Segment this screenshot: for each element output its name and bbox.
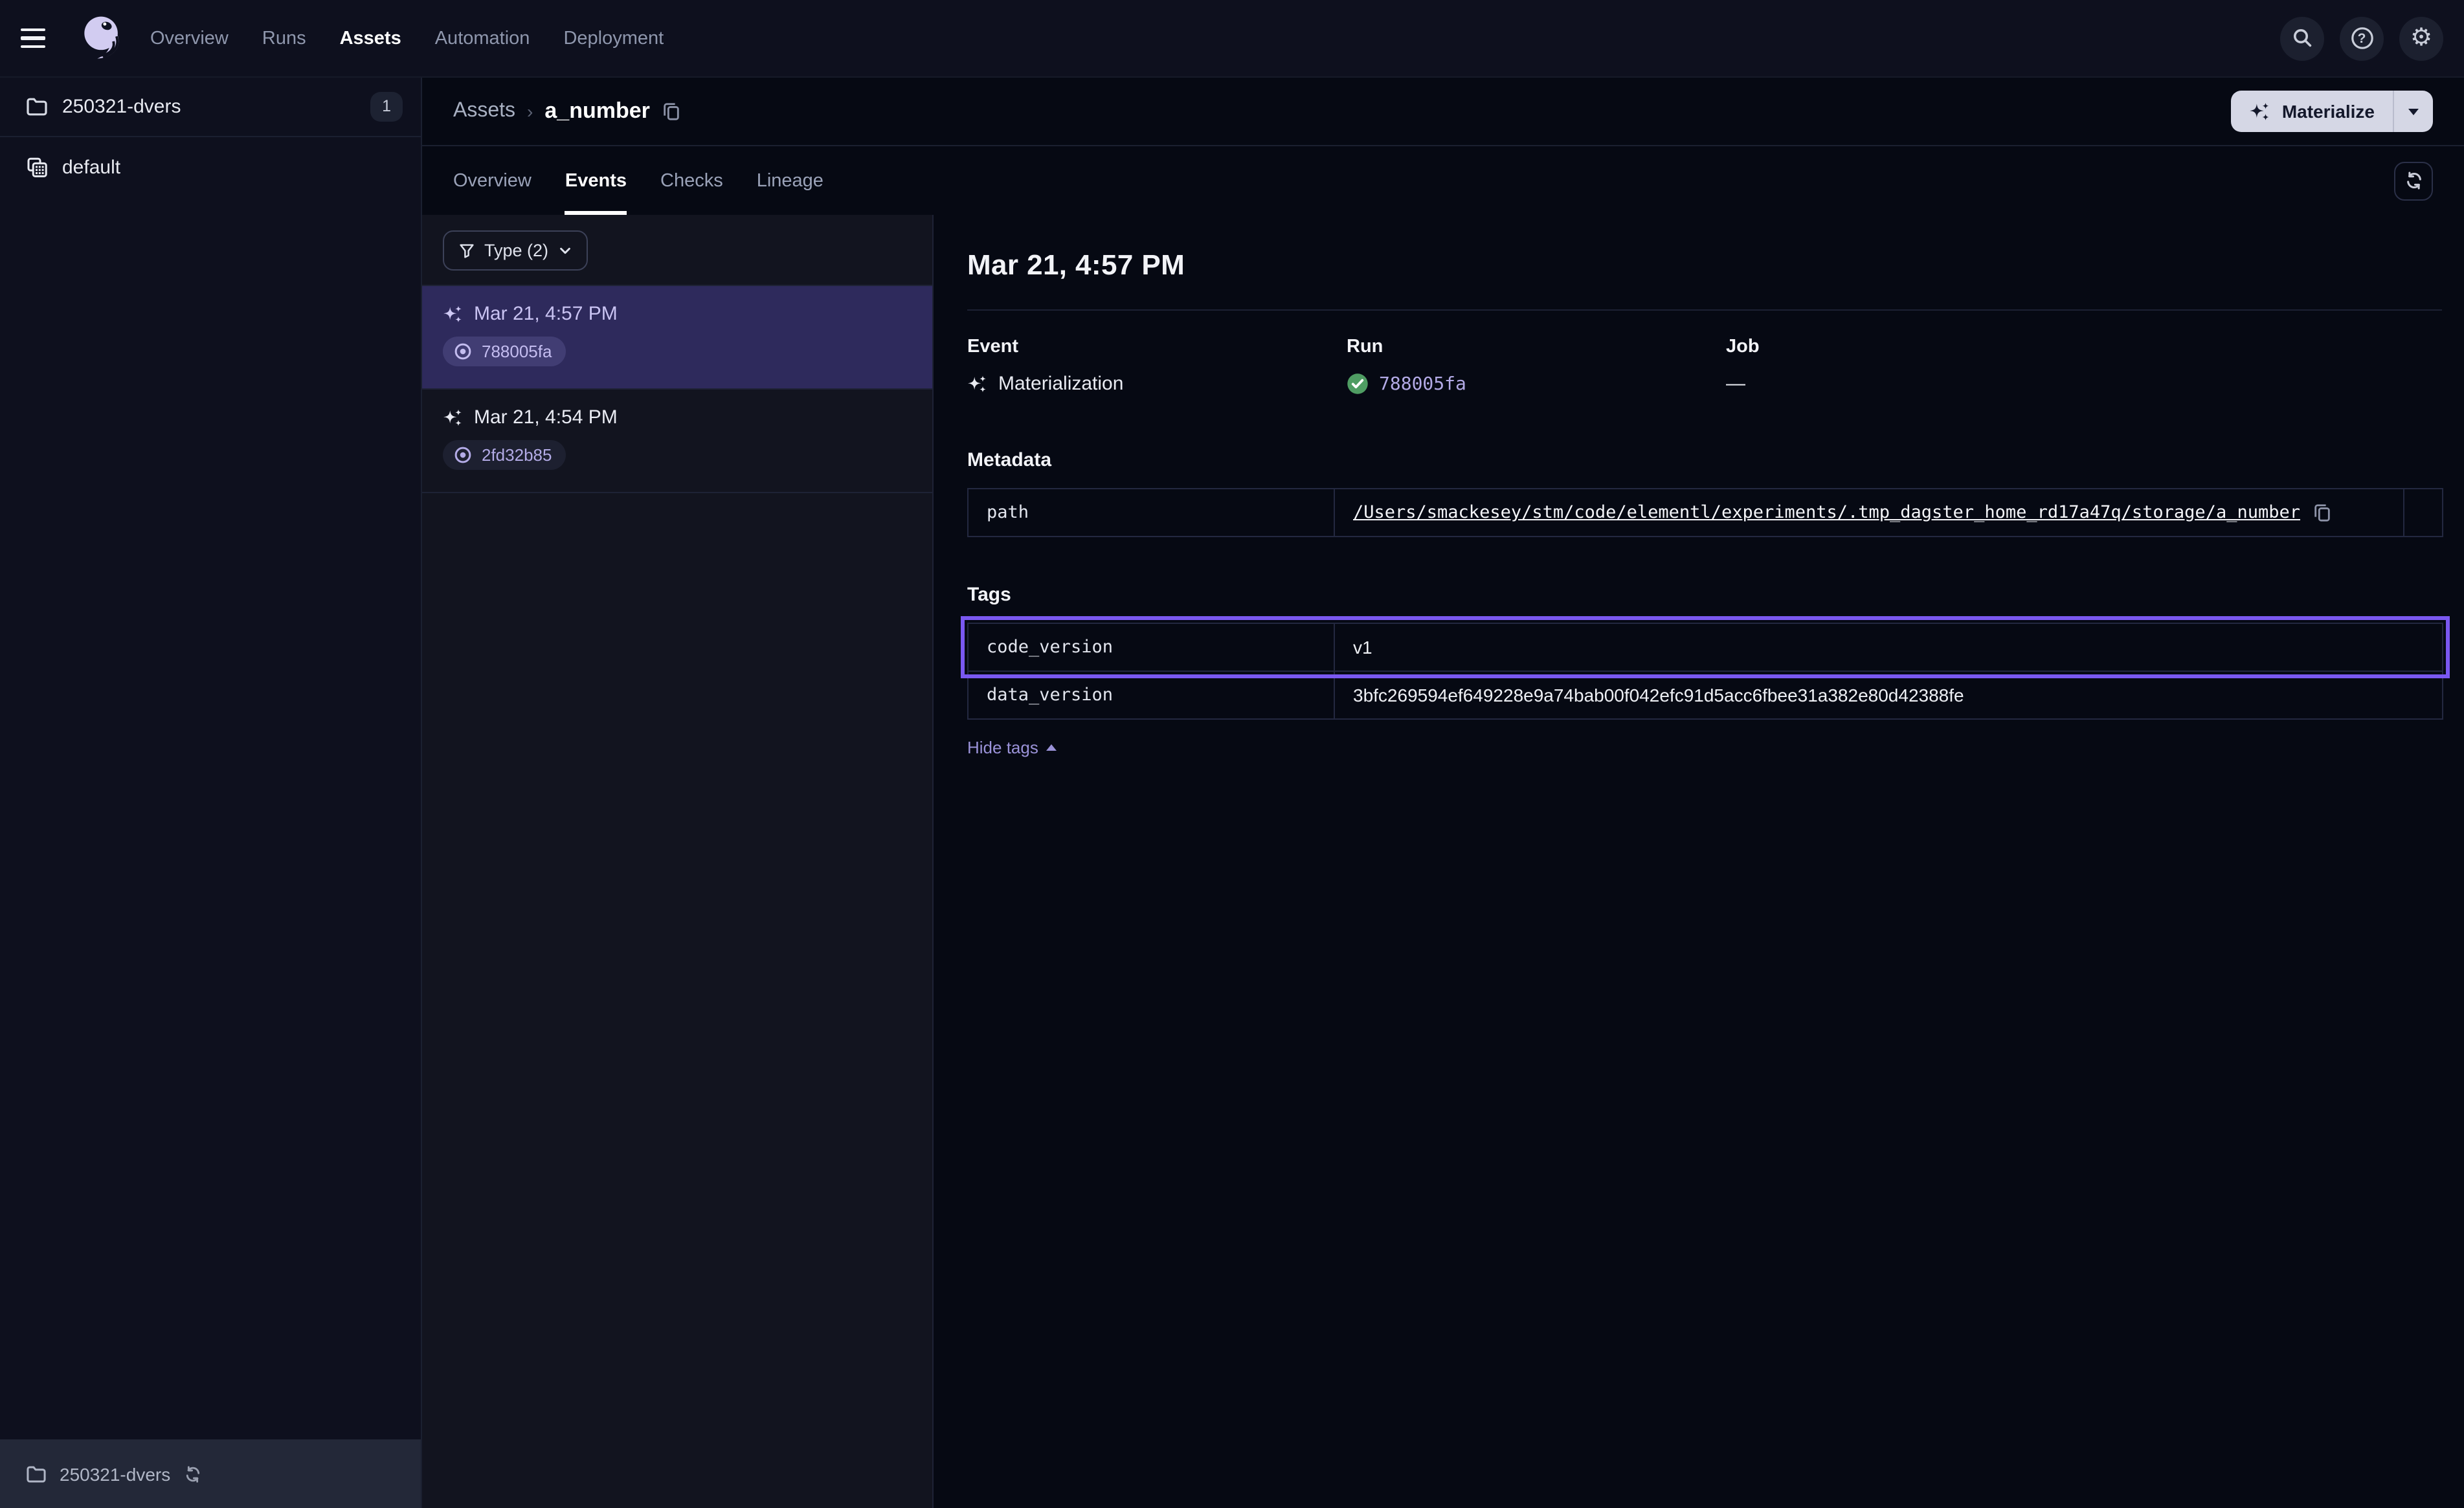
events-filter-bar: Type (2) xyxy=(422,215,932,286)
table-row: data_version 3bfc269594ef649228e9a74bab0… xyxy=(969,671,2442,718)
top-nav: Overview Runs Assets Automation Deployme… xyxy=(0,0,2464,78)
run-id-badge[interactable]: 2fd32b85 xyxy=(443,440,566,470)
table-row-highlighted: code_version v1 xyxy=(969,624,2442,671)
sparkle-icon xyxy=(2250,100,2272,122)
run-link[interactable]: 788005fa xyxy=(1379,373,1466,394)
chevron-down-icon xyxy=(2408,108,2419,115)
event-list-item[interactable]: Mar 21, 4:57 PM 788005fa xyxy=(422,286,932,390)
run-id: 788005fa xyxy=(482,342,552,361)
metadata-table: path /Users/smackesey/stm/code/elementl/… xyxy=(967,488,2443,537)
tab-events[interactable]: Events xyxy=(565,146,627,215)
tab-overview[interactable]: Overview xyxy=(453,146,532,215)
metadata-section: Metadata path /Users/smackesey/stm/code/… xyxy=(967,449,2464,537)
sidebar-footer-repo[interactable]: 250321-dvers xyxy=(0,1439,421,1508)
materialize-button[interactable]: Materialize xyxy=(2232,100,2393,122)
asset-group-icon xyxy=(26,156,48,178)
asset-tabs: Overview Events Checks Lineage xyxy=(422,146,2464,215)
nav-item-runs[interactable]: Runs xyxy=(262,28,306,49)
metadata-key: path xyxy=(969,489,1335,536)
nav-links: Overview Runs Assets Automation Deployme… xyxy=(150,28,664,49)
breadcrumb-separator: › xyxy=(527,101,533,122)
materialize-dropdown-button[interactable] xyxy=(2394,108,2433,115)
type-filter-label: Type (2) xyxy=(484,240,548,260)
breadcrumb-assets-link[interactable]: Assets xyxy=(453,100,515,123)
event-column-label: Event xyxy=(967,337,1347,357)
tags-heading: Tags xyxy=(967,584,2464,606)
materialization-icon xyxy=(443,407,464,428)
tags-section: Tags code_version v1 data_version 3bfc26… xyxy=(967,584,2464,760)
tab-checks[interactable]: Checks xyxy=(660,146,723,215)
nav-item-deployment[interactable]: Deployment xyxy=(563,28,664,49)
tab-lineage[interactable]: Lineage xyxy=(757,146,823,215)
main-content: Assets › a_number xyxy=(422,78,2464,1508)
event-timestamp: Mar 21, 4:54 PM xyxy=(474,406,618,428)
nav-item-automation[interactable]: Automation xyxy=(435,28,530,49)
asset-header: Assets › a_number xyxy=(422,78,2464,146)
filter-icon xyxy=(458,241,475,258)
tag-value: v1 xyxy=(1353,637,1372,658)
refresh-icon xyxy=(2404,171,2423,190)
menu-icon[interactable] xyxy=(21,16,65,60)
help-icon: ? xyxy=(2349,26,2374,50)
refresh-button[interactable] xyxy=(2394,161,2433,200)
folder-icon xyxy=(26,1465,47,1483)
chevron-down-icon xyxy=(557,243,572,257)
materialize-split-button: Materialize xyxy=(2232,91,2433,132)
tags-table: code_version v1 data_version 3bfc269594e… xyxy=(967,623,2443,720)
job-column-label: Job xyxy=(1726,337,2105,357)
metadata-heading: Metadata xyxy=(967,449,2464,471)
nav-item-overview[interactable]: Overview xyxy=(150,28,229,49)
copy-asset-name-icon[interactable] xyxy=(662,101,681,122)
help-button[interactable]: ? xyxy=(2340,16,2384,60)
run-success-icon xyxy=(1347,373,1369,395)
table-row: path /Users/smackesey/stm/code/elementl/… xyxy=(969,489,2442,536)
group-name: default xyxy=(62,156,120,178)
tag-value: 3bfc269594ef649228e9a74bab00f042efc91d5a… xyxy=(1353,685,1964,705)
page-title: a_number xyxy=(544,98,650,124)
asset-sidebar: 250321-dvers 1 default xyxy=(0,78,422,1508)
materialization-icon xyxy=(443,304,464,324)
copy-path-icon[interactable] xyxy=(2312,502,2331,523)
type-filter-button[interactable]: Type (2) xyxy=(443,230,587,270)
hide-tags-link[interactable]: Hide tags xyxy=(967,738,1057,757)
dagster-logo-icon[interactable] xyxy=(75,11,129,65)
run-id: 2fd32b85 xyxy=(482,445,552,465)
repo-name: 250321-dvers xyxy=(62,96,181,118)
event-type-value: Materialization xyxy=(998,373,1123,395)
materialization-icon xyxy=(967,373,988,394)
dagster-app: Overview Runs Assets Automation Deployme… xyxy=(0,0,2464,1508)
event-detail-panel: Mar 21, 4:57 PM Event xyxy=(934,215,2464,1508)
sidebar-item-group-default[interactable]: default xyxy=(0,137,421,197)
event-timestamp: Mar 21, 4:57 PM xyxy=(474,303,618,325)
event-detail-title: Mar 21, 4:57 PM xyxy=(967,249,2464,282)
asset-count-badge: 1 xyxy=(370,93,403,122)
materialize-label: Materialize xyxy=(2282,101,2375,122)
settings-button[interactable]: ⚙ xyxy=(2399,16,2443,60)
nav-item-assets[interactable]: Assets xyxy=(340,28,401,49)
run-column-label: Run xyxy=(1347,337,1726,357)
search-button[interactable] xyxy=(2280,16,2324,60)
run-target-icon xyxy=(453,342,473,361)
run-id-badge[interactable]: 788005fa xyxy=(443,337,566,366)
folder-icon xyxy=(26,97,48,116)
gear-icon: ⚙ xyxy=(2410,26,2432,50)
chevron-up-icon xyxy=(1046,744,1057,751)
job-value: — xyxy=(1726,373,1745,395)
reload-icon[interactable] xyxy=(183,1465,201,1483)
sidebar-item-repo[interactable]: 250321-dvers 1 xyxy=(0,78,421,137)
metadata-path-link[interactable]: /Users/smackesey/stm/code/elementl/exper… xyxy=(1353,502,2300,523)
event-summary: Event Materialization xyxy=(967,337,2464,395)
tag-key: code_version xyxy=(969,624,1335,671)
hide-tags-label: Hide tags xyxy=(967,738,1038,757)
footer-repo-name: 250321-dvers xyxy=(60,1463,170,1484)
search-icon xyxy=(2291,27,2313,49)
tag-key: data_version xyxy=(969,672,1335,718)
events-list-panel: Type (2) xyxy=(422,215,934,1508)
run-target-icon xyxy=(453,445,473,465)
event-list-item[interactable]: Mar 21, 4:54 PM 2fd32b85 xyxy=(422,390,932,493)
